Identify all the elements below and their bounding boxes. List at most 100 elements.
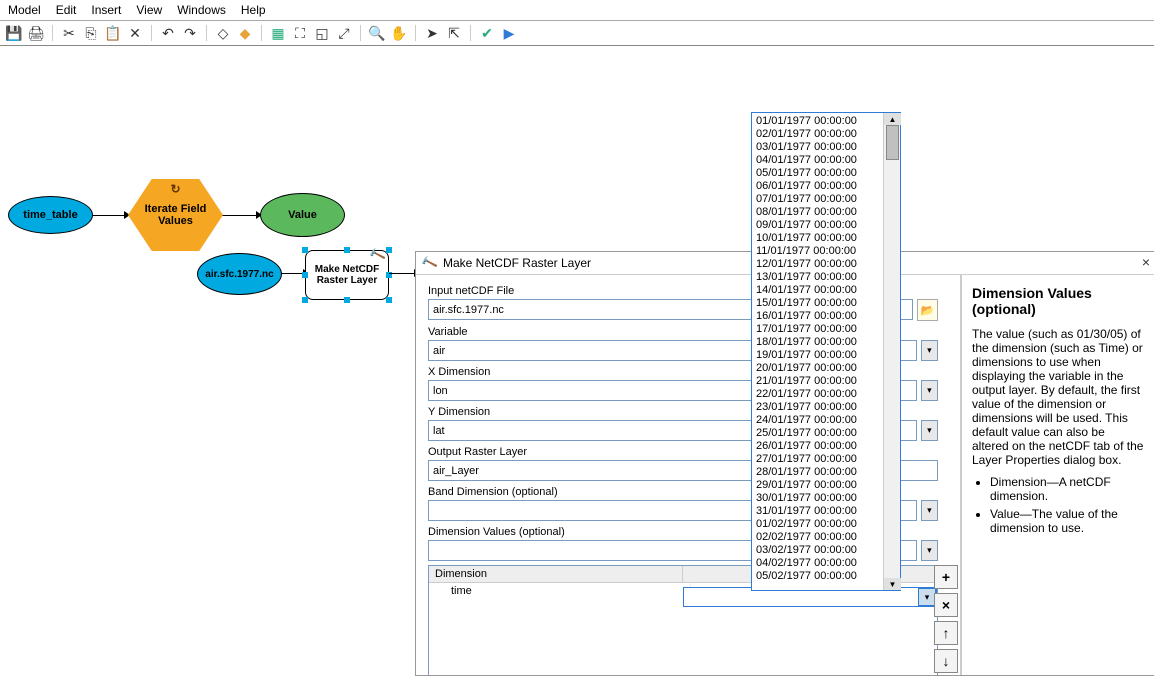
datetime-option[interactable]: 17/01/1977 00:00:00 xyxy=(756,323,879,336)
validate-icon[interactable]: ✔ xyxy=(478,24,496,42)
datetime-option[interactable]: 31/01/1977 00:00:00 xyxy=(756,505,879,518)
datetime-option[interactable]: 14/01/1977 00:00:00 xyxy=(756,284,879,297)
connect-icon[interactable]: ⇱ xyxy=(445,24,463,42)
zoom-in-icon[interactable]: 🔍 xyxy=(368,24,386,42)
datetime-option[interactable]: 10/01/1977 00:00:00 xyxy=(756,232,879,245)
select-icon[interactable]: ➤ xyxy=(423,24,441,42)
cut-icon[interactable]: ✂ xyxy=(60,24,78,42)
add-row-button[interactable]: + xyxy=(934,565,958,589)
remove-row-button[interactable]: × xyxy=(934,593,958,617)
datetime-option[interactable]: 01/01/1977 00:00:00 xyxy=(756,115,879,128)
datetime-option[interactable]: 15/01/1977 00:00:00 xyxy=(756,297,879,310)
move-down-button[interactable]: ↓ xyxy=(934,649,958,673)
datetime-option[interactable]: 01/02/1977 00:00:00 xyxy=(756,518,879,531)
undo-icon[interactable]: ↶ xyxy=(159,24,177,42)
menu-edit[interactable]: Edit xyxy=(56,3,77,17)
datetime-dropdown-list[interactable]: 01/01/1977 00:00:0002/01/1977 00:00:0003… xyxy=(751,112,901,591)
variable-dropdown-button[interactable]: ▾ xyxy=(921,340,938,361)
scroll-up-button[interactable]: ▲ xyxy=(884,113,901,125)
node-time-table[interactable]: time_table xyxy=(8,196,93,234)
help-body: The value (such as 01/30/05) of the dime… xyxy=(972,327,1144,467)
datetime-option[interactable]: 25/01/1977 00:00:00 xyxy=(756,427,879,440)
help-panel: Dimension Values (optional) The value (s… xyxy=(962,275,1154,675)
datetime-option[interactable]: 11/01/1977 00:00:00 xyxy=(756,245,879,258)
menu-windows[interactable]: Windows xyxy=(177,3,226,17)
arrow-down-icon: ↓ xyxy=(943,653,950,669)
move-up-button[interactable]: ↑ xyxy=(934,621,958,645)
menu-bar: Model Edit Insert View Windows Help xyxy=(0,0,1154,21)
add-data-icon[interactable]: ◆ xyxy=(236,24,254,42)
node-make-netcdf-tool[interactable]: 🔨 Make NetCDF Raster Layer xyxy=(305,250,389,300)
grid-cell-dimension[interactable]: time xyxy=(429,583,691,599)
menu-model[interactable]: Model xyxy=(8,3,41,17)
datetime-option[interactable]: 04/01/1977 00:00:00 xyxy=(756,154,879,167)
datetime-option[interactable]: 08/01/1977 00:00:00 xyxy=(756,206,879,219)
chevron-down-icon: ▾ xyxy=(927,385,932,396)
xdim-dropdown-button[interactable]: ▾ xyxy=(921,380,938,401)
print-icon[interactable]: 🖨 xyxy=(27,24,45,42)
datetime-option[interactable]: 03/01/1977 00:00:00 xyxy=(756,141,879,154)
folder-icon: 📂 xyxy=(921,304,935,317)
menu-insert[interactable]: Insert xyxy=(91,3,121,17)
datetime-option[interactable]: 12/01/1977 00:00:00 xyxy=(756,258,879,271)
datetime-option[interactable]: 02/01/1977 00:00:00 xyxy=(756,128,879,141)
copy-icon[interactable]: ⎘ xyxy=(82,24,100,42)
datetime-option[interactable]: 07/01/1977 00:00:00 xyxy=(756,193,879,206)
toolbar: 💾 🖨 ✂ ⎘ 📋 ✕ ↶ ↷ ◇ ◆ ▦ ⛶ ◱ ⤢ 🔍 ✋ ➤ ⇱ ✔ ▶ xyxy=(0,21,1154,46)
datetime-option[interactable]: 13/01/1977 00:00:00 xyxy=(756,271,879,284)
full-extent-icon[interactable]: ⛶ xyxy=(291,24,309,42)
datetime-option[interactable]: 23/01/1977 00:00:00 xyxy=(756,401,879,414)
datetime-option[interactable]: 18/01/1977 00:00:00 xyxy=(756,336,879,349)
node-air-file-label: air.sfc.1977.nc xyxy=(199,269,279,280)
node-make-netcdf-label: Make NetCDF Raster Layer xyxy=(306,264,388,286)
auto-layout-icon[interactable]: ▦ xyxy=(269,24,287,42)
redo-icon[interactable]: ↷ xyxy=(181,24,199,42)
paste-icon[interactable]: 📋 xyxy=(104,24,122,42)
dimension-values-dropdown-button[interactable]: ▾ xyxy=(921,540,938,561)
datetime-option[interactable]: 05/01/1977 00:00:00 xyxy=(756,167,879,180)
datetime-option[interactable]: 29/01/1977 00:00:00 xyxy=(756,479,879,492)
datetime-option[interactable]: 02/02/1977 00:00:00 xyxy=(756,531,879,544)
datetime-option[interactable]: 20/01/1977 00:00:00 xyxy=(756,362,879,375)
datetime-option[interactable]: 03/02/1977 00:00:00 xyxy=(756,544,879,557)
delete-icon[interactable]: ✕ xyxy=(126,24,144,42)
save-icon[interactable]: 💾 xyxy=(5,24,23,42)
datetime-option[interactable]: 26/01/1977 00:00:00 xyxy=(756,440,879,453)
ydim-dropdown-button[interactable]: ▾ xyxy=(921,420,938,441)
zoom-center-icon[interactable]: ◱ xyxy=(313,24,331,42)
datetime-option[interactable]: 21/01/1977 00:00:00 xyxy=(756,375,879,388)
add-tool-icon[interactable]: ◇ xyxy=(214,24,232,42)
datetime-option[interactable]: 28/01/1977 00:00:00 xyxy=(756,466,879,479)
model-canvas[interactable]: time_table ↻ Iterate Field Values Value … xyxy=(0,46,1154,626)
node-iterate-field-values[interactable]: ↻ Iterate Field Values xyxy=(128,179,223,251)
menu-help[interactable]: Help xyxy=(241,3,266,17)
node-value[interactable]: Value xyxy=(260,193,345,237)
zoom-full-icon[interactable]: ⤢ xyxy=(335,24,353,42)
datetime-option[interactable]: 24/01/1977 00:00:00 xyxy=(756,414,879,427)
browse-file-button[interactable]: 📂 xyxy=(917,299,938,321)
datetime-option[interactable]: 27/01/1977 00:00:00 xyxy=(756,453,879,466)
node-iterate-label: Iterate Field Values xyxy=(128,203,223,227)
datetime-option[interactable]: 06/01/1977 00:00:00 xyxy=(756,180,879,193)
help-li-dimension: Dimension—A netCDF dimension. xyxy=(990,475,1144,503)
datetime-option[interactable]: 16/01/1977 00:00:00 xyxy=(756,310,879,323)
dialog-title: Make NetCDF Raster Layer xyxy=(443,256,591,270)
help-li-value: Value—The value of the dimension to use. xyxy=(990,507,1144,535)
scroll-down-button[interactable]: ▼ xyxy=(884,578,901,590)
node-air-file[interactable]: air.sfc.1977.nc xyxy=(197,253,282,295)
pan-icon[interactable]: ✋ xyxy=(390,24,408,42)
plus-icon: + xyxy=(942,569,950,585)
datetime-option[interactable]: 09/01/1977 00:00:00 xyxy=(756,219,879,232)
datetime-option[interactable]: 30/01/1977 00:00:00 xyxy=(756,492,879,505)
chevron-down-icon: ▾ xyxy=(927,545,932,556)
dropdown-scrollbar[interactable]: ▲ ▼ xyxy=(883,113,900,590)
datetime-option[interactable]: 04/02/1977 00:00:00 xyxy=(756,557,879,570)
dialog-close-icon[interactable]: × xyxy=(1142,254,1150,270)
band-dim-dropdown-button[interactable]: ▾ xyxy=(921,500,938,521)
scroll-thumb[interactable] xyxy=(886,125,899,160)
datetime-option[interactable]: 19/01/1977 00:00:00 xyxy=(756,349,879,362)
run-icon[interactable]: ▶ xyxy=(500,24,518,42)
datetime-option[interactable]: 22/01/1977 00:00:00 xyxy=(756,388,879,401)
datetime-option[interactable]: 05/02/1977 00:00:00 xyxy=(756,570,879,583)
menu-view[interactable]: View xyxy=(136,3,162,17)
